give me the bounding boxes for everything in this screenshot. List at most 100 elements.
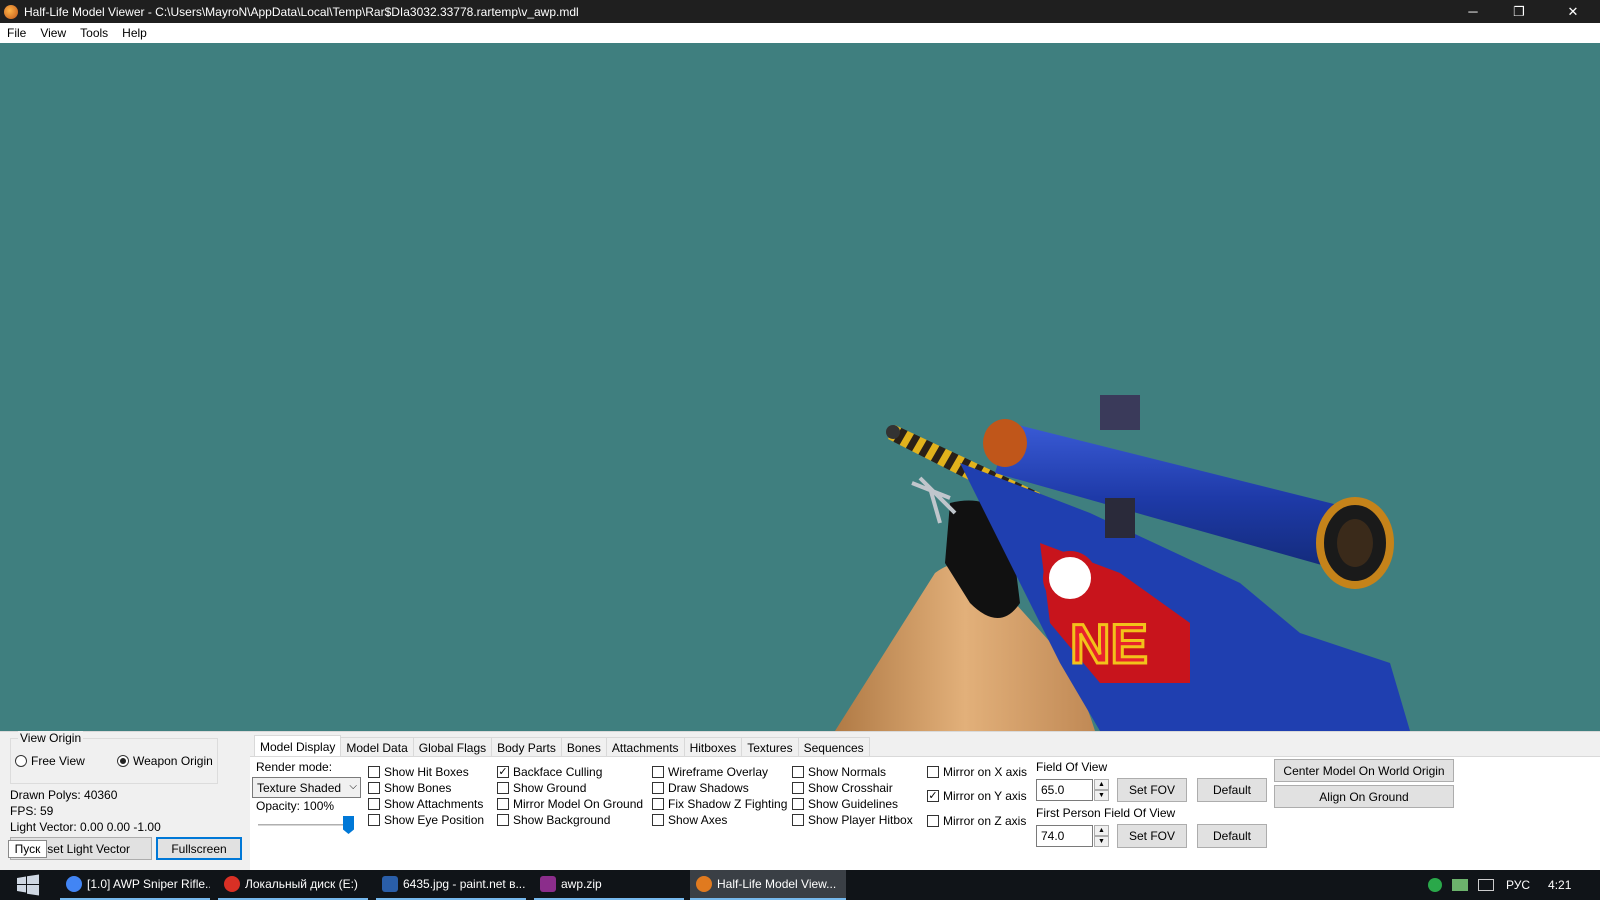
kaspersky-icon[interactable]: [1428, 878, 1442, 892]
checkbox-box: [497, 782, 509, 794]
fps-readout: FPS: 59: [10, 804, 54, 818]
awp-model-render: NE: [835, 395, 1410, 731]
task-paintnet[interactable]: 6435.jpg - paint.net в...: [376, 870, 526, 900]
tab-attachments[interactable]: Attachments: [605, 737, 685, 757]
clock[interactable]: 4:21: [1548, 878, 1571, 892]
checkbox-box: [368, 782, 380, 794]
show-ground-checkbox[interactable]: Show Ground: [497, 781, 586, 795]
opacity-slider[interactable]: [258, 824, 354, 826]
mirror-z-checkbox[interactable]: Mirror on Z axis: [927, 814, 1026, 828]
show-eye-position-checkbox[interactable]: Show Eye Position: [368, 813, 484, 827]
maximize-button[interactable]: ❐: [1496, 0, 1542, 23]
set-first-person-fov-button[interactable]: Set FOV: [1117, 824, 1187, 848]
weapon-origin-label: Weapon Origin: [133, 754, 213, 768]
menu-view[interactable]: View: [33, 26, 73, 40]
spin-down-icon[interactable]: ▼: [1094, 790, 1109, 801]
show-bones-checkbox[interactable]: Show Bones: [368, 781, 451, 795]
checkbox-box: [497, 814, 509, 826]
task-winrar[interactable]: awp.zip: [534, 870, 684, 900]
start-button[interactable]: [0, 870, 56, 900]
show-normals-checkbox[interactable]: Show Normals: [792, 765, 886, 779]
display-icon[interactable]: [1478, 879, 1494, 891]
title-bar: Half-Life Model Viewer - C:\Users\MayroN…: [0, 0, 1600, 23]
show-player-hitbox-checkbox[interactable]: Show Player Hitbox: [792, 813, 913, 827]
show-axes-checkbox[interactable]: Show Axes: [652, 813, 727, 827]
fov-spinner[interactable]: 65.0 ▲ ▼: [1036, 779, 1110, 801]
first-person-fov-input[interactable]: 74.0: [1036, 825, 1093, 847]
task-label: Half-Life Model View...: [717, 877, 837, 891]
checkbox-label: Show Attachments: [384, 797, 484, 811]
checkbox-box: [368, 766, 380, 778]
menu-file[interactable]: File: [0, 26, 33, 40]
light-vector-readout: Light Vector: 0.00 0.00 -1.00: [10, 820, 161, 834]
tab-model-data[interactable]: Model Data: [340, 737, 414, 757]
task-chrome[interactable]: [1.0] AWP Sniper Rifle...: [60, 870, 210, 900]
fix-shadow-z-fighting-checkbox[interactable]: Fix Shadow Z Fighting: [652, 797, 787, 811]
tab-model-display[interactable]: Model Display: [254, 735, 342, 757]
spin-down-icon[interactable]: ▼: [1094, 836, 1109, 847]
task-label: Локальный диск (E:): [245, 877, 358, 891]
checkbox-label: Show Normals: [808, 765, 887, 779]
show-hit-boxes-checkbox[interactable]: Show Hit Boxes: [368, 765, 469, 779]
spin-up-icon[interactable]: ▲: [1094, 779, 1109, 790]
menu-tools[interactable]: Tools: [73, 26, 115, 40]
view-origin-group: View Origin Free View Weapon Origin: [10, 731, 218, 784]
language-indicator[interactable]: РУС: [1506, 878, 1530, 892]
default-fov-button[interactable]: Default: [1197, 778, 1267, 802]
mirror-x-checkbox[interactable]: Mirror on X axis: [927, 765, 1027, 779]
tab-textures[interactable]: Textures: [741, 737, 799, 757]
first-person-fov-spinner[interactable]: 74.0 ▲ ▼: [1036, 825, 1110, 847]
mirror-y-checkbox[interactable]: ✓ Mirror on Y axis: [927, 789, 1027, 803]
render-mode-select[interactable]: Texture Shaded ⌵: [252, 777, 361, 798]
network-icon[interactable]: [1452, 879, 1468, 891]
center-model-button[interactable]: Center Model On World Origin: [1274, 759, 1454, 782]
checkbox-label: Show Crosshair: [808, 781, 893, 795]
checkbox-box: [652, 798, 664, 810]
render-mode-label: Render mode:: [256, 760, 333, 774]
menu-help[interactable]: Help: [115, 26, 154, 40]
show-guidelines-checkbox[interactable]: Show Guidelines: [792, 797, 898, 811]
checkbox-box: [652, 782, 664, 794]
tab-global-flags[interactable]: Global Flags: [412, 737, 493, 757]
minimize-button[interactable]: ─: [1450, 0, 1496, 23]
wireframe-overlay-checkbox[interactable]: Wireframe Overlay: [652, 765, 768, 779]
control-panel: View Origin Free View Weapon Origin Draw…: [0, 731, 1600, 871]
default-first-person-fov-button[interactable]: Default: [1197, 824, 1267, 848]
checkbox-label: Mirror on X axis: [943, 765, 1028, 779]
show-crosshair-checkbox[interactable]: Show Crosshair: [792, 781, 893, 795]
align-on-ground-button[interactable]: Align On Ground: [1274, 785, 1454, 808]
show-attachments-checkbox[interactable]: Show Attachments: [368, 797, 483, 811]
set-fov-button[interactable]: Set FOV: [1117, 778, 1187, 802]
view-origin-legend: View Origin: [18, 731, 84, 745]
window-title: Half-Life Model Viewer - C:\Users\MayroN…: [24, 4, 579, 19]
model-viewport[interactable]: NE: [0, 43, 1600, 731]
task-explorer[interactable]: Локальный диск (E:): [218, 870, 368, 900]
menu-bar: File View Tools Help: [0, 23, 1600, 43]
checkbox-label: Show Ground: [513, 781, 587, 795]
checkbox-label: Wireframe Overlay: [668, 765, 769, 779]
backface-culling-checkbox[interactable]: ✓ Backface Culling: [497, 765, 602, 779]
fov-input[interactable]: 65.0: [1036, 779, 1093, 801]
task-label: 6435.jpg - paint.net в...: [403, 877, 526, 891]
tab-hitboxes[interactable]: Hitboxes: [683, 737, 743, 757]
free-view-radio[interactable]: Free View: [15, 754, 85, 768]
radio-circle: [15, 755, 27, 767]
chrome-icon: [66, 876, 82, 892]
tab-bones[interactable]: Bones: [560, 737, 607, 757]
app-icon: [4, 4, 18, 19]
mirror-model-on-ground-checkbox[interactable]: Mirror Model On Ground: [497, 797, 643, 811]
task-hlmv[interactable]: Half-Life Model View...: [690, 870, 846, 900]
fullscreen-button[interactable]: Fullscreen: [156, 837, 242, 860]
tab-sequences[interactable]: Sequences: [797, 737, 870, 757]
weapon-origin-radio[interactable]: Weapon Origin: [117, 754, 213, 768]
checkbox-label: Draw Shadows: [668, 781, 749, 795]
close-button[interactable]: ✕: [1550, 0, 1596, 23]
opacity-slider-thumb[interactable]: [343, 816, 354, 834]
draw-shadows-checkbox[interactable]: Draw Shadows: [652, 781, 749, 795]
tab-body-parts[interactable]: Body Parts: [491, 737, 562, 757]
spin-up-icon[interactable]: ▲: [1094, 825, 1109, 836]
checkbox-box: [497, 798, 509, 810]
show-background-checkbox[interactable]: Show Background: [497, 813, 610, 827]
system-tray: РУС 4:21: [1428, 870, 1571, 900]
taskbar: [1.0] AWP Sniper Rifle... Локальный диск…: [0, 870, 1600, 900]
